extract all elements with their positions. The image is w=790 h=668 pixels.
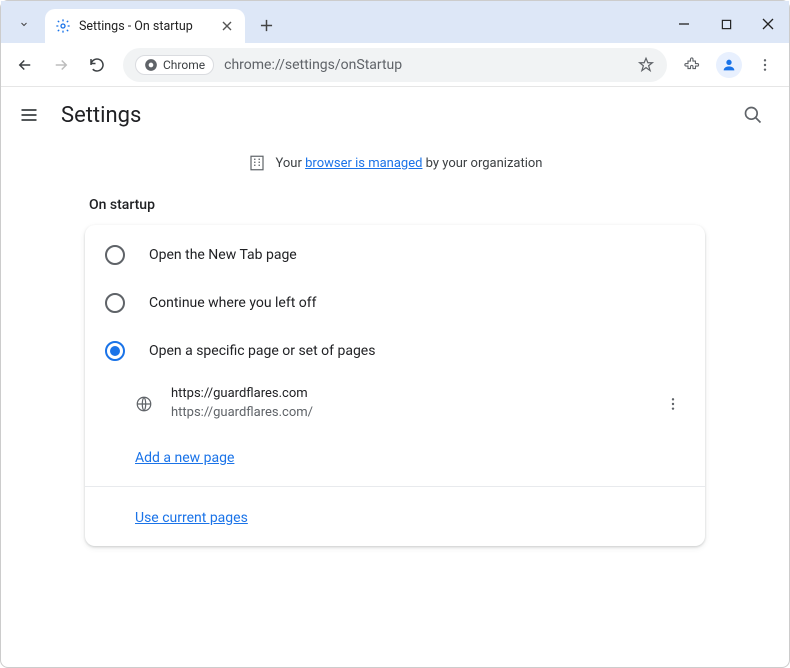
gear-icon [55, 18, 71, 34]
avatar [716, 52, 742, 78]
profile-button[interactable] [713, 49, 745, 81]
puzzle-icon [684, 56, 702, 74]
managed-banner: Your browser is managed by your organiza… [1, 143, 789, 183]
minimize-button[interactable] [663, 8, 705, 40]
back-button[interactable] [9, 49, 41, 81]
maximize-button[interactable] [705, 8, 747, 40]
chevron-down-icon [18, 18, 30, 30]
url-text: chrome://settings/onStartup [224, 57, 627, 73]
site-chip[interactable]: Chrome [135, 55, 214, 75]
divider [85, 486, 705, 487]
radio-icon [105, 341, 125, 361]
use-current-row: Use current pages [85, 493, 705, 540]
add-page-row: Add a new page [85, 433, 705, 480]
close-icon [222, 21, 232, 31]
search-icon [743, 105, 763, 125]
minimize-icon [678, 18, 690, 30]
page-item-url: https://guardflares.com/ [171, 404, 643, 423]
window-controls [663, 8, 789, 40]
extensions-button[interactable] [677, 49, 709, 81]
settings-header: Settings [1, 87, 789, 143]
building-icon [248, 154, 266, 172]
menu-toggle-button[interactable] [19, 105, 39, 125]
new-tab-button[interactable] [251, 10, 281, 40]
person-icon [721, 57, 737, 73]
radio-icon [105, 245, 125, 265]
forward-button[interactable] [45, 49, 77, 81]
section-title: On startup [89, 197, 705, 213]
browser-toolbar: Chrome chrome://settings/onStartup [1, 43, 789, 87]
search-settings-button[interactable] [735, 97, 771, 133]
option-label: Continue where you left off [149, 295, 317, 311]
menu-button[interactable] [749, 49, 781, 81]
close-window-button[interactable] [747, 8, 789, 40]
option-label: Open a specific page or set of pages [149, 343, 375, 359]
chrome-icon [144, 58, 158, 72]
add-page-link[interactable]: Add a new page [135, 450, 234, 466]
tab-search-dropdown[interactable] [9, 9, 39, 39]
plus-icon [260, 19, 273, 32]
close-icon [762, 18, 774, 30]
reload-icon [88, 56, 106, 74]
chip-label: Chrome [163, 58, 205, 72]
hamburger-icon [19, 105, 39, 125]
close-tab-button[interactable] [219, 18, 235, 34]
dots-vertical-icon [757, 57, 773, 73]
use-current-link[interactable]: Use current pages [135, 510, 248, 526]
option-new-tab[interactable]: Open the New Tab page [85, 231, 705, 279]
tab-title: Settings - On startup [79, 19, 211, 34]
page-item-title: https://guardflares.com [171, 385, 643, 404]
on-startup-section: On startup Open the New Tab page Continu… [85, 197, 705, 546]
managed-text: Your browser is managed by your organiza… [276, 156, 543, 171]
star-icon[interactable] [637, 56, 655, 74]
page-text: https://guardflares.com https://guardfla… [171, 385, 643, 423]
browser-tab[interactable]: Settings - On startup [45, 9, 245, 43]
reload-button[interactable] [81, 49, 113, 81]
option-continue[interactable]: Continue where you left off [85, 279, 705, 327]
window-titlebar: Settings - On startup [1, 1, 789, 43]
startup-card: Open the New Tab page Continue where you… [85, 225, 705, 546]
page-more-button[interactable] [661, 392, 685, 416]
option-label: Open the New Tab page [149, 247, 297, 263]
startup-page-item: https://guardflares.com https://guardfla… [85, 375, 705, 433]
maximize-icon [721, 19, 732, 30]
option-specific-page[interactable]: Open a specific page or set of pages [85, 327, 705, 375]
arrow-left-icon [16, 56, 34, 74]
page-title: Settings [61, 103, 713, 128]
arrow-right-icon [52, 56, 70, 74]
address-bar[interactable]: Chrome chrome://settings/onStartup [123, 48, 667, 82]
dots-vertical-icon [665, 396, 681, 412]
globe-icon [135, 395, 153, 413]
radio-icon [105, 293, 125, 313]
managed-link[interactable]: browser is managed [305, 156, 422, 171]
